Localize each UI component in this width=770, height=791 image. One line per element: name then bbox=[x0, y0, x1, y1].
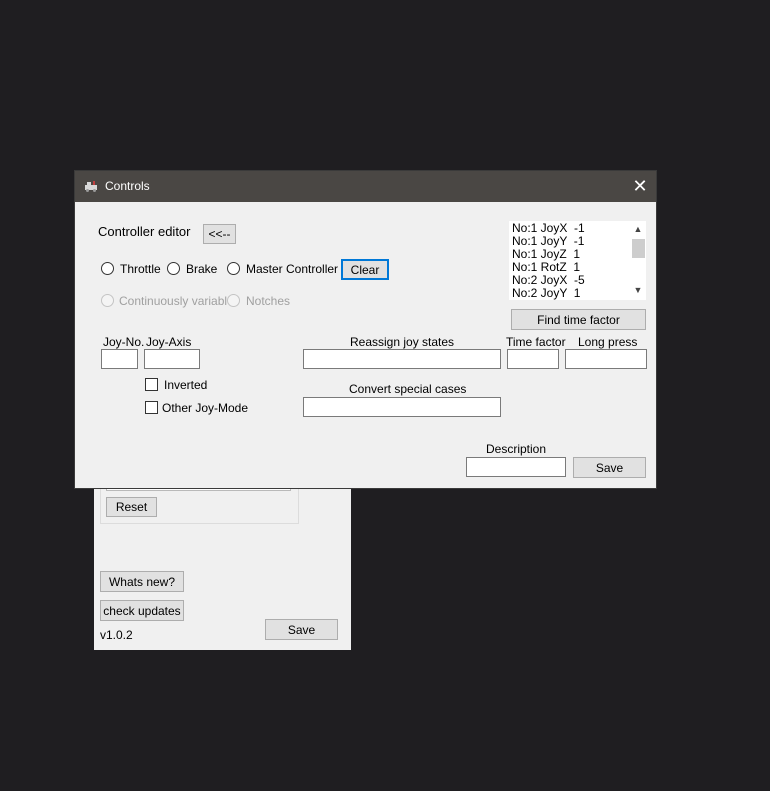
other-joy-mode-checkbox[interactable] bbox=[145, 401, 158, 414]
back-button-label: <<-- bbox=[208, 227, 231, 241]
brake-radio[interactable] bbox=[167, 262, 180, 275]
clear-button[interactable]: Clear bbox=[341, 259, 389, 280]
master-controller-radio[interactable] bbox=[227, 262, 240, 275]
notches-label: Notches bbox=[246, 294, 291, 308]
listbox-scrollbar[interactable]: ▲ ▼ bbox=[630, 222, 646, 299]
scrollbar-thumb[interactable] bbox=[632, 239, 645, 258]
reassign-joy-states-label: Reassign joy states bbox=[350, 335, 455, 349]
back-button[interactable]: <<-- bbox=[203, 224, 236, 244]
background-save-button[interactable]: Save bbox=[265, 619, 338, 640]
reset-button-label: Reset bbox=[115, 500, 148, 514]
controller-editor-label: Controller editor bbox=[98, 224, 191, 239]
description-input[interactable] bbox=[466, 457, 566, 477]
clear-button-label: Clear bbox=[350, 262, 380, 277]
joy-axis-label: Joy-Axis bbox=[146, 335, 192, 349]
long-press-label: Long press bbox=[578, 335, 638, 349]
joy-no-label: Joy-No. bbox=[103, 335, 145, 349]
description-label: Description bbox=[486, 442, 547, 456]
joy-axis-input[interactable] bbox=[144, 349, 200, 369]
controls-dialog: Controls ✕ Controller editor <<-- Thrott… bbox=[75, 171, 656, 488]
title-bar[interactable]: Controls ✕ bbox=[75, 171, 656, 202]
version-label: v1.0.2 bbox=[100, 628, 133, 642]
app-icon bbox=[85, 181, 97, 192]
convert-special-cases-input[interactable] bbox=[303, 397, 501, 417]
list-item[interactable]: No:2 JoyY 1 bbox=[512, 287, 580, 300]
joy-no-input[interactable] bbox=[101, 349, 138, 369]
save-button-label: Save bbox=[595, 460, 624, 475]
reassign-joy-states-input[interactable] bbox=[303, 349, 501, 369]
notches-radio[interactable] bbox=[227, 294, 240, 307]
find-time-factor-button[interactable]: Find time factor bbox=[511, 309, 646, 330]
brake-label: Brake bbox=[186, 262, 218, 276]
throttle-radio[interactable] bbox=[101, 262, 114, 275]
time-factor-input[interactable] bbox=[507, 349, 559, 369]
inverted-label: Inverted bbox=[164, 378, 208, 392]
whats-new-label: Whats new? bbox=[108, 574, 176, 589]
joystick-state-listbox[interactable]: No:1 JoyX -1 No:1 JoyY -1 No:1 JoyZ 1 No:1 … bbox=[509, 221, 646, 300]
window-title: Controls bbox=[105, 179, 150, 193]
continuously-variable-radio[interactable] bbox=[101, 294, 114, 307]
close-icon[interactable]: ✕ bbox=[631, 177, 649, 195]
continuously-variable-label: Continuously variable bbox=[119, 294, 234, 308]
scroll-down-icon[interactable]: ▼ bbox=[633, 285, 643, 295]
convert-special-cases-label: Convert special cases bbox=[349, 382, 467, 396]
scroll-up-icon[interactable]: ▲ bbox=[633, 224, 643, 234]
throttle-label: Throttle bbox=[120, 262, 161, 276]
save-button[interactable]: Save bbox=[573, 457, 646, 478]
check-updates-button[interactable]: check updates bbox=[100, 600, 184, 621]
time-factor-label: Time factor bbox=[506, 335, 566, 349]
whats-new-button[interactable]: Whats new? bbox=[100, 571, 184, 592]
reset-button[interactable]: Reset bbox=[106, 497, 157, 517]
long-press-input[interactable] bbox=[565, 349, 647, 369]
background-save-label: Save bbox=[287, 622, 316, 637]
check-updates-label: check updates bbox=[103, 603, 181, 618]
inverted-checkbox[interactable] bbox=[145, 378, 158, 391]
master-controller-label: Master Controller bbox=[246, 262, 339, 276]
other-joy-mode-label: Other Joy-Mode bbox=[162, 401, 249, 415]
find-time-factor-label: Find time factor bbox=[537, 312, 620, 327]
